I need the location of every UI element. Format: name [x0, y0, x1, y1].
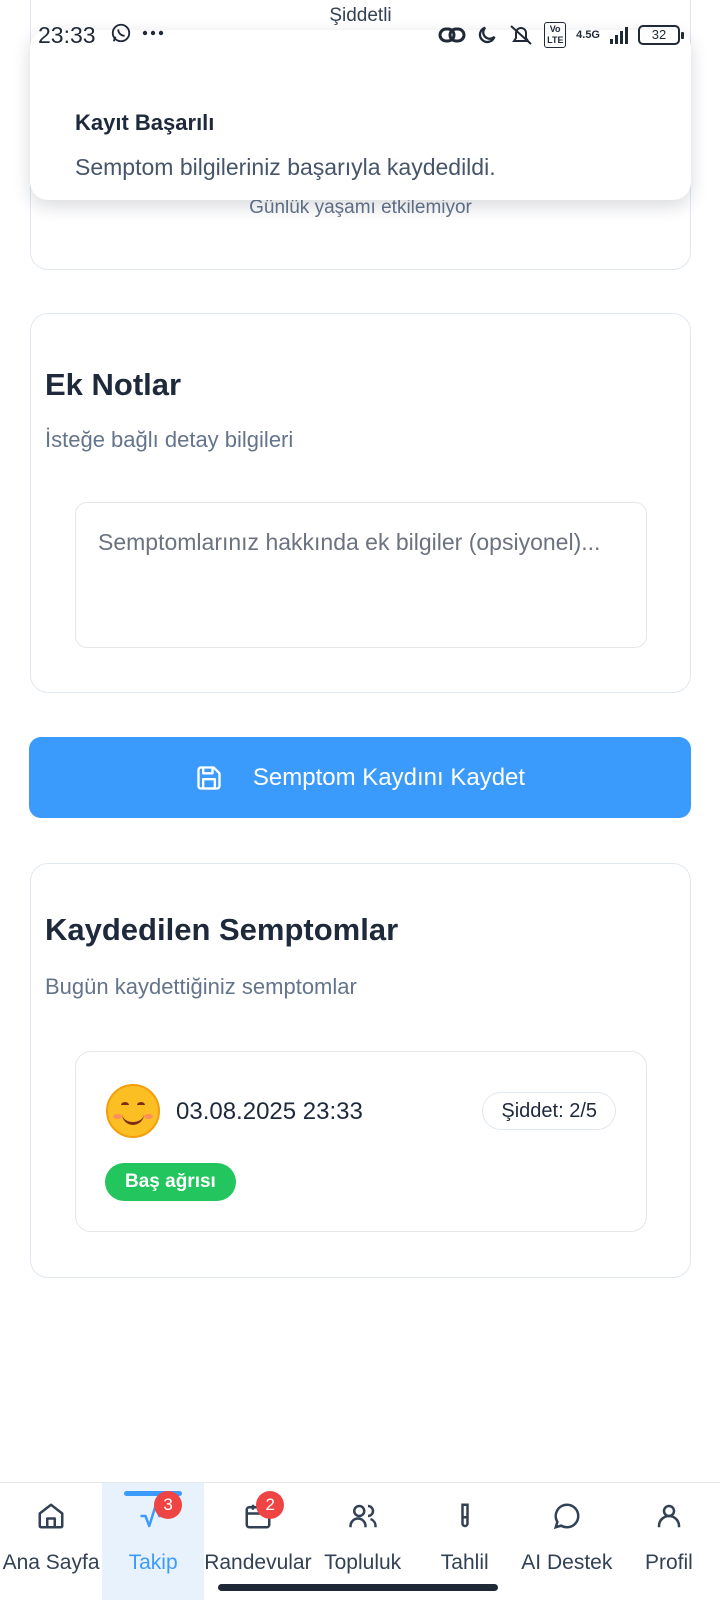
- moon-icon: [479, 26, 496, 44]
- nav-label-home: Ana Sayfa: [2, 1551, 100, 1574]
- entry-severity-badge: Şiddet: 2/5: [482, 1092, 616, 1130]
- nav-label-takip: Takip: [128, 1551, 178, 1574]
- notes-card-subtitle: İsteğe bağlı detay bilgileri: [45, 427, 294, 452]
- more-dots-icon: [142, 30, 164, 36]
- nav-badge-takip: 3: [154, 1491, 183, 1519]
- nav-item-profil[interactable]: Profil: [618, 1483, 720, 1600]
- user-icon: [657, 1504, 681, 1528]
- link-icon: [438, 27, 466, 43]
- test-tube-icon: [460, 1503, 469, 1528]
- signal-icon: [610, 26, 628, 44]
- saved-card-title: Kaydedilen Semptomlar: [45, 912, 399, 947]
- toast-description: Semptom bilgileriniz başarıyla kaydedild…: [75, 154, 496, 180]
- nav-item-takip[interactable]: 3 Takip: [102, 1483, 205, 1600]
- chat-bubble-icon: [553, 1503, 580, 1530]
- status-left-icons: [110, 22, 164, 44]
- battery-icon: 32: [638, 25, 684, 45]
- nav-badge-randevular: 2: [256, 1491, 285, 1519]
- saved-card-subtitle: Bugün kaydettiğiniz semptomlar: [45, 974, 357, 999]
- entry-datetime: 03.08.2025 23:33: [176, 1098, 363, 1125]
- nav-item-randevular[interactable]: 2 Randevular: [204, 1483, 312, 1600]
- home-icon: [38, 1503, 64, 1529]
- symptom-entry[interactable]: 03.08.2025 23:33 Şiddet: 2/5 Baş ağrısı: [75, 1051, 647, 1232]
- nav-item-ai-destek[interactable]: AI Destek: [516, 1483, 618, 1600]
- nav-label-profil: Profil: [644, 1551, 693, 1574]
- save-icon: [197, 765, 221, 790]
- nav-label-ai-destek: AI Destek: [521, 1551, 613, 1574]
- mute-icon: [510, 25, 532, 45]
- severity-hint: Günlük yaşamı etkilemiyor: [249, 197, 472, 218]
- nav-label-topluluk: Topluluk: [324, 1551, 402, 1574]
- symptom-tag: Baş ağrısı: [105, 1163, 236, 1201]
- bottom-nav: Ana Sayfa 3 Takip 2 Randevular Topluluk …: [0, 1482, 720, 1600]
- status-right-icons: Vo LTE 4.5G 32: [438, 22, 684, 48]
- network-label: 4.5G: [576, 28, 600, 41]
- users-icon: [348, 1504, 377, 1528]
- status-time: 23:33: [38, 22, 96, 48]
- nav-item-tahlil[interactable]: Tahlil: [414, 1483, 516, 1600]
- save-symptom-button[interactable]: Semptom Kaydını Kaydet: [29, 737, 691, 818]
- notes-textarea[interactable]: [75, 502, 647, 648]
- nav-label-randevular: Randevular: [204, 1551, 312, 1574]
- status-bar: 23:33 Vo LTE 4.5G 32: [0, 0, 720, 70]
- whatsapp-icon: [111, 23, 131, 43]
- nav-label-tahlil: Tahlil: [440, 1551, 489, 1574]
- battery-level: 32: [651, 27, 667, 42]
- volte-icon: Vo LTE: [544, 22, 567, 48]
- home-indicator[interactable]: [218, 1584, 498, 1591]
- toast-title: Kayıt Başarılı: [75, 110, 215, 135]
- nav-item-topluluk[interactable]: Topluluk: [312, 1483, 414, 1600]
- nav-item-home[interactable]: Ana Sayfa: [0, 1483, 102, 1600]
- save-button-label: Semptom Kaydını Kaydet: [252, 763, 526, 791]
- notes-card-title: Ek Notlar: [45, 367, 182, 402]
- smiling-face-icon: [106, 1084, 160, 1138]
